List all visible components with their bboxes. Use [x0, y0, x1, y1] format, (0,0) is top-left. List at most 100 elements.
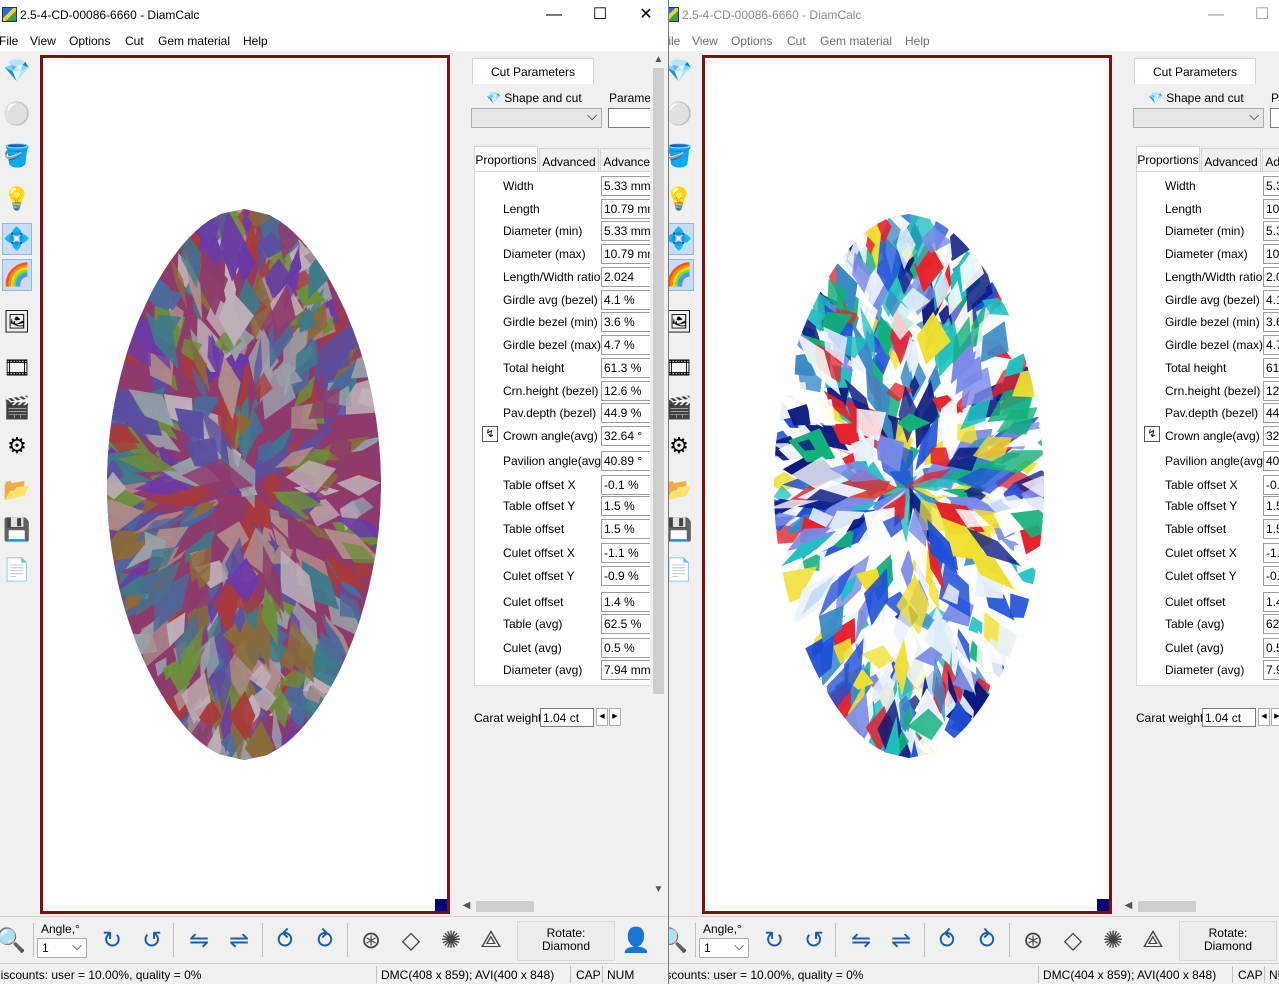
hscroll-thumb[interactable]: [1138, 901, 1196, 912]
tilt-up-icon[interactable]: ⥀: [268, 923, 302, 957]
proportion-value-field[interactable]: 1.5 %: [601, 519, 651, 539]
menu-file[interactable]: File: [669, 34, 680, 48]
light-bulb-icon[interactable]: 💡: [669, 183, 694, 215]
tilt-up-icon[interactable]: ⥀: [930, 923, 964, 957]
parameters-field[interactable]: [1270, 108, 1279, 128]
menu-help[interactable]: Help: [243, 34, 268, 48]
render-color-icon[interactable]: 💠: [2, 223, 32, 255]
bottom-view-icon[interactable]: ✺: [1096, 923, 1130, 957]
proportion-value-field[interactable]: 1.5 %: [1263, 519, 1279, 539]
word-export-icon[interactable]: 📄: [669, 554, 694, 586]
proportion-value-field[interactable]: 12.6 %: [1263, 381, 1279, 401]
proportion-value-field[interactable]: -0.1 %: [1263, 475, 1279, 495]
minimize-button[interactable]: —: [531, 0, 577, 31]
maximize-button[interactable]: ☐: [577, 0, 623, 31]
flip-horizontal-right-icon[interactable]: ⇌: [884, 923, 918, 957]
flip-horizontal-right-icon[interactable]: ⇌: [222, 923, 256, 957]
person-rotate-icon[interactable]: 👤: [619, 923, 653, 957]
proportion-value-field[interactable]: 7.94 mm: [601, 660, 651, 680]
scroll-thumb[interactable]: [653, 68, 664, 694]
proportion-value-field[interactable]: 12.6 %: [601, 381, 651, 401]
panel-horizontal-scrollbar[interactable]: ◀: [458, 898, 650, 915]
proportion-value-field[interactable]: 44.9 %: [601, 403, 651, 423]
tab-cut-parameters[interactable]: Cut Parameters: [472, 58, 594, 84]
proportion-value-field[interactable]: 1.4 %: [1263, 592, 1279, 612]
angle-select[interactable]: 1: [699, 938, 749, 958]
scroll-left-arrow[interactable]: ◀: [1120, 898, 1137, 914]
proportion-value-field[interactable]: 1.4 %: [601, 592, 651, 612]
zoom-icon[interactable]: 🔍: [0, 923, 28, 957]
rotate-clockwise-icon[interactable]: ↻: [95, 923, 129, 957]
menu-gem-material[interactable]: Gem material: [820, 34, 892, 48]
carat-increase-button[interactable]: ▶: [609, 708, 621, 726]
pavilion-view-icon[interactable]: ⟁: [474, 923, 508, 957]
proportion-value-field[interactable]: 44.9 %: [1263, 403, 1279, 423]
shape-and-cut-dropdown[interactable]: [471, 108, 602, 128]
scroll-left-arrow[interactable]: ◀: [458, 898, 475, 914]
proportion-value-field[interactable]: 1.5 %: [1263, 496, 1279, 516]
menu-help[interactable]: Help: [905, 34, 930, 48]
proportion-value-field[interactable]: 32.64 °: [1263, 426, 1279, 446]
subtab-advanced-2[interactable]: Advanced: [1262, 148, 1279, 171]
subtab-advanced[interactable]: Advanced: [539, 148, 599, 171]
maximize-button[interactable]: ☐: [1239, 0, 1279, 31]
crown-angle-tool-icon[interactable]: ↯: [1144, 426, 1160, 442]
diamond-gear-icon[interactable]: ⚙: [2, 430, 32, 462]
proportion-value-field[interactable]: 5.33 mm: [601, 221, 651, 241]
proportion-value-field[interactable]: 32.64 °: [601, 426, 651, 446]
proportion-value-field[interactable]: -0.9 %: [601, 566, 651, 586]
photo-icon[interactable]: 🖼: [669, 306, 694, 338]
flip-horizontal-left-icon[interactable]: ⇋: [844, 923, 878, 957]
menu-options[interactable]: Options: [69, 34, 110, 48]
subtab-proportions[interactable]: Proportions: [474, 146, 538, 171]
proportion-value-field[interactable]: 5.33 mm: [1263, 176, 1279, 196]
diamond-gear-icon[interactable]: ⚙: [669, 430, 694, 462]
top-view-icon[interactable]: ⊛: [354, 923, 388, 957]
title-bar[interactable]: 2.5-4-CD-00086-6660 - DiamCalc — ☐ ✕: [0, 0, 668, 31]
open-folder-icon[interactable]: 📂: [669, 474, 694, 506]
movie-play-icon[interactable]: 🎞: [669, 352, 694, 384]
proportion-value-field[interactable]: 3.6 %: [1263, 312, 1279, 332]
menu-view[interactable]: View: [692, 34, 718, 48]
spectrum-icon[interactable]: 🌈: [2, 259, 32, 291]
side-view-icon[interactable]: ◇: [394, 923, 428, 957]
side-view-icon[interactable]: ◇: [1056, 923, 1090, 957]
proportion-value-field[interactable]: 61.3 %: [601, 358, 651, 378]
proportion-value-field[interactable]: 62.5 %: [601, 614, 651, 634]
proportion-value-field[interactable]: 4.7 %: [601, 335, 651, 355]
proportion-value-field[interactable]: -1.1 %: [1263, 543, 1279, 563]
flip-horizontal-left-icon[interactable]: ⇋: [182, 923, 216, 957]
proportion-value-field[interactable]: 7.94 mm: [1263, 660, 1279, 680]
paint-bucket-icon[interactable]: 🪣: [669, 140, 694, 172]
crown-angle-tool-icon[interactable]: ↯: [482, 426, 498, 442]
proportion-value-field[interactable]: 0.5 %: [601, 638, 651, 658]
tab-cut-parameters[interactable]: Cut Parameters: [1134, 58, 1256, 84]
photo-icon[interactable]: 🖼: [2, 306, 32, 338]
proportion-value-field[interactable]: 61.3 %: [1263, 358, 1279, 378]
diamond-view-icon[interactable]: 💎: [2, 55, 32, 87]
parameters-field[interactable]: [608, 108, 651, 128]
rotate-counterclockwise-icon[interactable]: ↺: [797, 923, 831, 957]
hscroll-thumb[interactable]: [476, 901, 534, 912]
panel-horizontal-scrollbar[interactable]: ◀: [1120, 898, 1279, 915]
carat-weight-field[interactable]: 1.04 ct: [1202, 708, 1256, 727]
scroll-up-arrow[interactable]: ▲: [650, 52, 667, 68]
panel-vertical-scrollbar[interactable]: ▲ ▼: [650, 52, 667, 914]
save-icon[interactable]: 💾: [2, 514, 32, 546]
proportion-value-field[interactable]: 1.5 %: [601, 496, 651, 516]
pavilion-view-icon[interactable]: ⟁: [1136, 923, 1170, 957]
shape-and-cut-dropdown[interactable]: [1133, 108, 1264, 128]
close-button[interactable]: ✕: [623, 0, 668, 31]
movie-play-icon[interactable]: 🎞: [2, 352, 32, 384]
proportion-value-field[interactable]: 40.89 °: [601, 451, 651, 471]
rotate-clockwise-icon[interactable]: ↻: [757, 923, 791, 957]
proportion-value-field[interactable]: 3.6 %: [601, 312, 651, 332]
subtab-proportions[interactable]: Proportions: [1136, 146, 1200, 171]
bottom-view-icon[interactable]: ✺: [434, 923, 468, 957]
movie-record-icon[interactable]: 🎬: [2, 392, 32, 424]
diamond-view-icon[interactable]: 💎: [669, 55, 694, 87]
proportion-value-field[interactable]: 5.33 mm: [1263, 221, 1279, 241]
diamond-sphere-icon[interactable]: ⚪: [669, 98, 694, 130]
proportion-value-field[interactable]: 4.1 %: [601, 290, 651, 310]
rotate-counterclockwise-icon[interactable]: ↺: [135, 923, 169, 957]
